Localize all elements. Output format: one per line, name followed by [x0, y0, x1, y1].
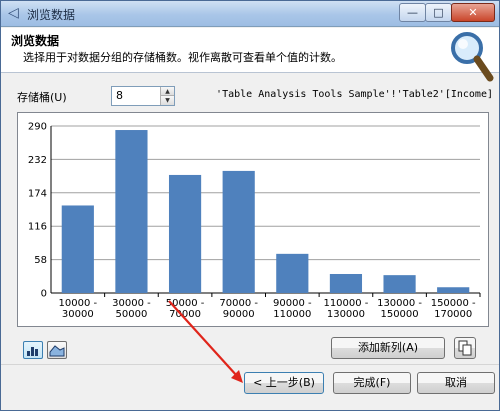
x-tick-label: 170000 [434, 309, 472, 320]
x-tick-label: 130000 [327, 309, 365, 320]
footer-divider [1, 364, 499, 365]
histogram-bar [222, 170, 255, 293]
x-tick-label: 110000 - [323, 298, 368, 309]
x-tick-label: 30000 [62, 309, 94, 320]
histogram-bar [61, 205, 94, 293]
minimize-button[interactable]: — [399, 3, 426, 22]
window-title: 浏览数据 [27, 8, 76, 22]
x-tick-label: 30000 - [112, 298, 151, 309]
x-tick-label: 70000 [169, 309, 201, 320]
histogram-bar [383, 275, 416, 293]
x-tick-label: 50000 [116, 309, 148, 320]
histogram-chart: 290 232 174 116 58 0 10000 -30000 30000 -50000 5… [17, 112, 489, 327]
finish-button[interactable]: 完成(F) [333, 372, 411, 394]
x-tick-label: 150000 [380, 309, 418, 320]
x-tick-label: 10000 - [59, 298, 98, 309]
area-chart-icon [49, 345, 65, 357]
copy-button[interactable] [454, 337, 476, 359]
y-tick-label: 290 [28, 122, 47, 133]
x-tick-label: 110000 [273, 309, 311, 320]
maximize-button[interactable]: □ [425, 3, 452, 22]
bins-value[interactable]: 8 [116, 89, 123, 102]
previous-step-button[interactable]: < 上一步(B) [244, 372, 324, 394]
histogram-bar [115, 130, 148, 293]
x-tick-label: 70000 - [219, 298, 258, 309]
y-tick-label: 232 [28, 155, 47, 166]
header-description: 选择用于对数据分组的存储桶数。视作离散可查看单个值的计数。 [23, 51, 342, 64]
x-tick-label: 50000 - [166, 298, 205, 309]
copy-icon [458, 340, 472, 356]
header-title: 浏览数据 [11, 34, 60, 48]
histogram-bar [437, 287, 470, 293]
x-tick-label: 90000 [223, 309, 255, 320]
x-tick-label: 90000 - [273, 298, 312, 309]
title-bar: ◁ 浏览数据 — □ ✕ [1, 1, 499, 27]
bar-view-button[interactable] [23, 341, 43, 359]
y-tick-label: 0 [41, 289, 47, 300]
cancel-button[interactable]: 取消 [417, 372, 495, 394]
header-band: 浏览数据 选择用于对数据分组的存储桶数。视作离散可查看单个值的计数。 [1, 28, 499, 82]
y-tick-label: 174 [28, 188, 47, 199]
area-view-button[interactable] [47, 341, 67, 359]
bins-label: 存储桶(U) [17, 91, 67, 104]
histogram-bar [276, 253, 309, 293]
browse-data-dialog: ◁ 浏览数据 — □ ✕ 浏览数据 选择用于对数据分组的存储桶数。视作离散可查看… [0, 0, 500, 411]
source-range-label: 'Table Analysis Tools Sample'!'Table2'[I… [216, 89, 493, 100]
magnifier-icon [451, 32, 494, 82]
x-tick-label: 150000 - [431, 298, 476, 309]
spin-down-icon[interactable]: ▼ [160, 96, 174, 105]
histogram-svg: 290 232 174 116 58 0 10000 -30000 30000 -50000 5… [28, 122, 481, 320]
spin-up-icon[interactable]: ▲ [160, 87, 174, 96]
bar-chart-icon [27, 347, 38, 356]
x-tick-label: 130000 - [377, 298, 422, 309]
y-tick-label: 116 [28, 222, 47, 233]
back-arrow-icon[interactable]: ◁ [8, 5, 24, 21]
bins-spinner[interactable]: 8 ▲ ▼ [111, 86, 175, 106]
histogram-bar [168, 174, 202, 293]
y-tick-label: 58 [34, 255, 47, 266]
close-button[interactable]: ✕ [451, 3, 495, 22]
add-new-column-button[interactable]: 添加新列(A) [331, 337, 445, 359]
histogram-bar [329, 273, 363, 293]
